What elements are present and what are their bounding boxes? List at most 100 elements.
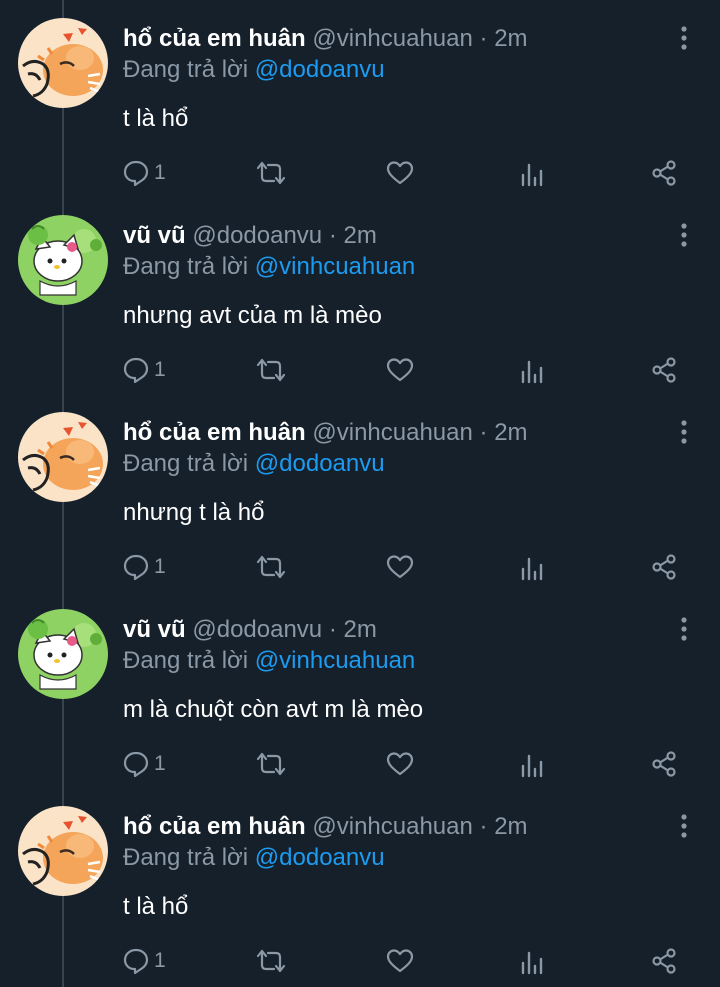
- retweet-icon: [256, 949, 286, 973]
- mention-link[interactable]: @dodoanvu: [255, 56, 385, 83]
- timestamp[interactable]: · 2m: [480, 419, 528, 446]
- tweet[interactable]: hổ của em huân @vinhcuahuan · 2m Đang tr…: [0, 788, 720, 985]
- reply-button[interactable]: 1: [122, 155, 166, 191]
- retweet-icon: [256, 358, 286, 382]
- display-name[interactable]: hổ của em huân: [123, 419, 306, 446]
- share-button[interactable]: [650, 943, 678, 979]
- replying-to: Đang trả lời @dodoanvu: [123, 449, 385, 479]
- share-icon: [652, 160, 676, 186]
- replying-prefix: Đang trả lời: [123, 647, 249, 674]
- mention-link[interactable]: @dodoanvu: [255, 844, 385, 871]
- retweet-button[interactable]: [256, 352, 286, 388]
- reply-icon: [123, 751, 149, 778]
- retweet-icon: [256, 555, 286, 579]
- tweet-text: nhưng t là hổ: [123, 499, 265, 526]
- tweet[interactable]: hổ của em huân @vinhcuahuan · 2m Đang tr…: [0, 394, 720, 591]
- analytics-button[interactable]: [520, 352, 544, 388]
- like-button[interactable]: [386, 549, 414, 585]
- replying-prefix: Đang trả lời: [123, 450, 249, 477]
- like-icon: [386, 555, 414, 579]
- reply-icon: [123, 554, 149, 581]
- display-name[interactable]: hổ của em huân: [123, 25, 306, 52]
- timestamp[interactable]: · 2m: [480, 25, 528, 52]
- avatar[interactable]: [18, 806, 108, 896]
- avatar[interactable]: [18, 609, 108, 699]
- tweet[interactable]: vũ vũ @dodoanvu · 2m Đang trả lời @vinhc…: [0, 591, 720, 788]
- share-button[interactable]: [650, 549, 678, 585]
- display-name[interactable]: vũ vũ: [123, 222, 186, 249]
- more-options-button[interactable]: [672, 24, 696, 52]
- reply-icon: [123, 160, 149, 187]
- reply-button[interactable]: 1: [122, 549, 166, 585]
- tweet-text: t là hổ: [123, 893, 189, 920]
- reply-count: 1: [154, 161, 166, 184]
- more-options-button[interactable]: [672, 221, 696, 249]
- kitty-peashooter-avatar-icon: [18, 609, 108, 699]
- replying-prefix: Đang trả lời: [123, 56, 249, 83]
- more-options-button[interactable]: [672, 615, 696, 643]
- mention-link[interactable]: @vinhcuahuan: [255, 253, 415, 280]
- retweet-button[interactable]: [256, 549, 286, 585]
- retweet-button[interactable]: [256, 943, 286, 979]
- tweet-actions: 1: [0, 549, 720, 585]
- share-icon: [652, 948, 676, 974]
- tweet-text: m là chuột còn avt m là mèo: [123, 696, 424, 723]
- handle[interactable]: @vinhcuahuan: [312, 25, 472, 52]
- handle[interactable]: @dodoanvu: [192, 616, 322, 643]
- handle[interactable]: @vinhcuahuan: [312, 813, 472, 840]
- more-options-icon: [681, 26, 687, 50]
- share-icon: [652, 357, 676, 383]
- more-options-icon: [681, 814, 687, 838]
- tweet-header: hổ của em huân @vinhcuahuan · 2m: [123, 418, 528, 448]
- avatar[interactable]: [18, 412, 108, 502]
- share-button[interactable]: [650, 155, 678, 191]
- share-button[interactable]: [650, 352, 678, 388]
- reply-count: 1: [154, 949, 166, 972]
- avatar[interactable]: [18, 18, 108, 108]
- replying-to: Đang trả lời @dodoanvu: [123, 55, 385, 85]
- replying-prefix: Đang trả lời: [123, 253, 249, 280]
- tweet-header: vũ vũ @dodoanvu · 2m: [123, 221, 377, 251]
- mention-link[interactable]: @dodoanvu: [255, 450, 385, 477]
- reply-button[interactable]: 1: [122, 352, 166, 388]
- like-button[interactable]: [386, 155, 414, 191]
- share-button[interactable]: [650, 746, 678, 782]
- like-button[interactable]: [386, 352, 414, 388]
- analytics-button[interactable]: [520, 746, 544, 782]
- analytics-icon: [521, 951, 543, 975]
- handle[interactable]: @vinhcuahuan: [312, 419, 472, 446]
- tweet[interactable]: hổ của em huân @vinhcuahuan · 2m Đang tr…: [0, 0, 720, 197]
- timestamp[interactable]: · 2m: [329, 222, 377, 249]
- more-options-button[interactable]: [672, 418, 696, 446]
- retweet-button[interactable]: [256, 155, 286, 191]
- kitty-peashooter-avatar-icon: [18, 215, 108, 305]
- display-name[interactable]: vũ vũ: [123, 616, 186, 643]
- avatar[interactable]: [18, 215, 108, 305]
- tweet-actions: 1: [0, 155, 720, 191]
- tweet[interactable]: vũ vũ @dodoanvu · 2m Đang trả lời @vinhc…: [0, 197, 720, 394]
- reply-button[interactable]: 1: [122, 943, 166, 979]
- like-button[interactable]: [386, 943, 414, 979]
- like-icon: [386, 949, 414, 973]
- tweet-header: vũ vũ @dodoanvu · 2m: [123, 615, 377, 645]
- like-button[interactable]: [386, 746, 414, 782]
- analytics-button[interactable]: [520, 549, 544, 585]
- replying-to: Đang trả lời @dodoanvu: [123, 843, 385, 873]
- reply-button[interactable]: 1: [122, 746, 166, 782]
- analytics-button[interactable]: [520, 943, 544, 979]
- more-options-button[interactable]: [672, 812, 696, 840]
- tweet-header: hổ của em huân @vinhcuahuan · 2m: [123, 24, 528, 54]
- analytics-button[interactable]: [520, 155, 544, 191]
- timestamp[interactable]: · 2m: [329, 616, 377, 643]
- timestamp[interactable]: · 2m: [480, 813, 528, 840]
- tiger-avatar-icon: [18, 412, 108, 502]
- handle[interactable]: @dodoanvu: [192, 222, 322, 249]
- reply-icon: [123, 357, 149, 384]
- replying-to: Đang trả lời @vinhcuahuan: [123, 646, 415, 676]
- display-name[interactable]: hổ của em huân: [123, 813, 306, 840]
- retweet-button[interactable]: [256, 746, 286, 782]
- mention-link[interactable]: @vinhcuahuan: [255, 647, 415, 674]
- tweet-actions: 1: [0, 746, 720, 782]
- reply-count: 1: [154, 555, 166, 578]
- analytics-icon: [521, 163, 543, 187]
